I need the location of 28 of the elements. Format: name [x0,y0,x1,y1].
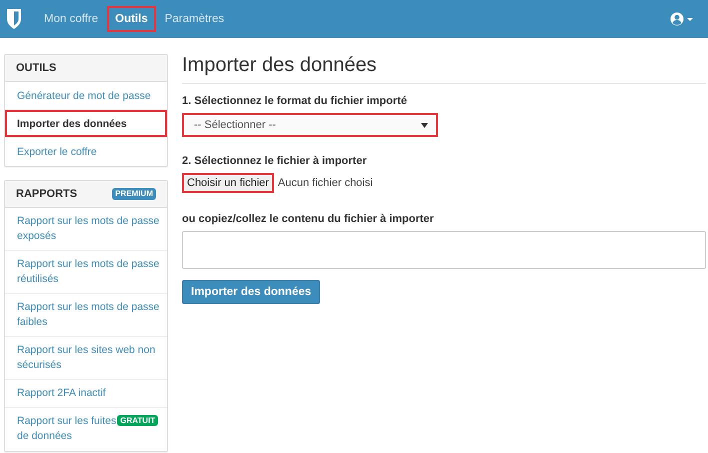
sidebar-link[interactable]: Rapport 2FA inactif [5,380,167,408]
shield-logo-icon[interactable] [6,8,22,30]
sidebar-link[interactable]: Exporter le coffre [5,138,167,166]
free-tag: GRATUIT [117,415,158,426]
caret-icon [421,122,428,128]
nav-link[interactable]: Paramètres [156,6,232,32]
file-status: Aucun fichier choisi [278,177,373,189]
section-title: RAPPORTS [16,188,78,200]
section-title: OUTILS [16,62,56,74]
premium-tag: PREMIUM [112,188,156,200]
link-text: de données [17,430,72,442]
choose-file-button[interactable]: Choisir un fichier [182,173,274,193]
field-label: 2. Sélectionnez le fichier à importer [182,155,368,167]
format-select[interactable]: -- Sélectionner -- [182,113,438,137]
sidebar-link[interactable]: Rapport sur les mots de passe exposés [5,208,167,251]
sidebar-link[interactable]: Importer des données [5,110,167,138]
field-label: ou copiez/collez le contenu du fichier à importer [182,213,435,225]
link-text: Rapport sur les fuites [17,415,116,427]
sidebar-link[interactable]: Rapport sur les mots de passe faibles [5,294,167,337]
sidebar-link[interactable]: Générateur de mot de passe [5,82,167,110]
nav-link[interactable]: Outils [107,6,156,32]
page-title: Importer des données [182,54,706,84]
sidebar-link[interactable]: Rapport sur les sites web non sécurisés [5,337,167,380]
sidebar-link[interactable]: Rapport sur les mots de passe réutilisés [5,251,167,294]
field-label: 1. Sélectionnez le format du fichier importé [182,95,408,107]
sidebar-item[interactable]: Rapport sur les fuites GRATUIT de données [5,408,167,451]
import-button[interactable]: Importer des données [182,280,320,304]
nav-link[interactable]: Mon coffre [36,6,106,32]
